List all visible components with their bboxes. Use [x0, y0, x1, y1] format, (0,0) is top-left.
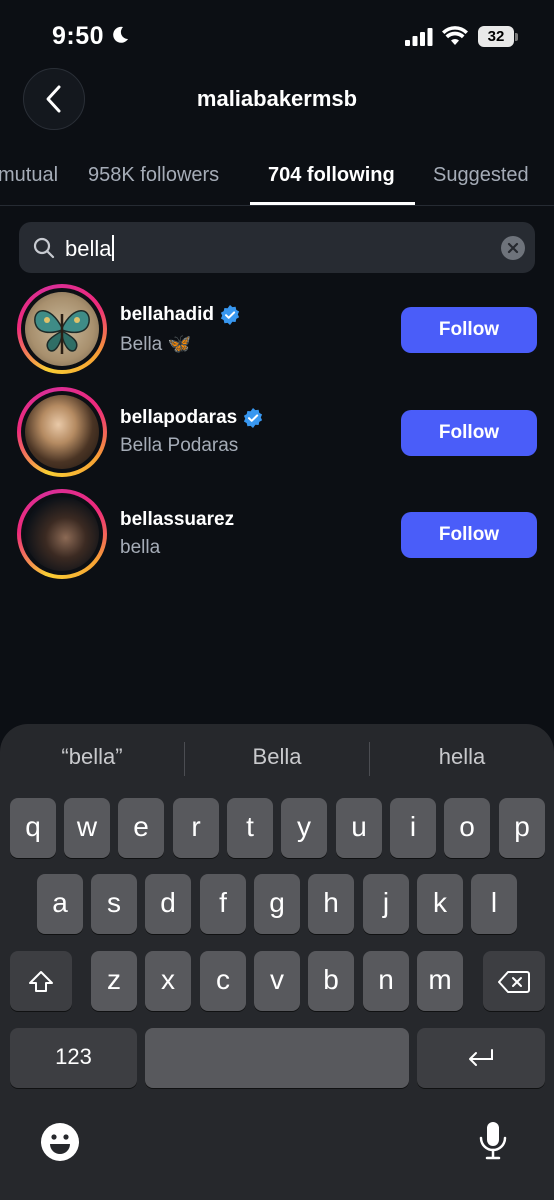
- avatar-story-ring[interactable]: [17, 284, 107, 374]
- key-d[interactable]: d: [145, 874, 191, 934]
- return-icon: [469, 1048, 493, 1066]
- search-bar[interactable]: bella: [19, 222, 535, 273]
- key-r[interactable]: r: [173, 798, 219, 858]
- key-w[interactable]: w: [64, 798, 110, 858]
- key-c[interactable]: c: [200, 951, 246, 1011]
- key-b[interactable]: b: [308, 951, 354, 1011]
- avatar-image-portrait: [25, 395, 99, 469]
- username[interactable]: bellapodaras: [120, 407, 263, 429]
- search-input[interactable]: bella: [65, 235, 115, 262]
- page-title: maliabakermsb: [196, 86, 358, 111]
- return-key[interactable]: [417, 1028, 545, 1088]
- follow-button[interactable]: Follow: [401, 410, 537, 456]
- suggestion-alt[interactable]: hella: [370, 744, 554, 770]
- space-key[interactable]: [145, 1028, 409, 1088]
- list-item[interactable]: bellahadid Bella 🦋 Follow: [0, 284, 554, 380]
- keyboard: “bella” Bella hella q w e r t y u i o p …: [0, 724, 554, 1200]
- key-e[interactable]: e: [118, 798, 164, 858]
- key-t[interactable]: t: [227, 798, 273, 858]
- key-m[interactable]: m: [417, 951, 463, 1011]
- verified-badge-icon: [244, 408, 263, 428]
- list-item[interactable]: bellassuarez bella Follow: [0, 489, 554, 585]
- key-u[interactable]: u: [336, 798, 382, 858]
- backspace-icon: [498, 970, 530, 993]
- avatar: [21, 391, 103, 473]
- tab-followers[interactable]: 958K followers: [88, 164, 219, 187]
- close-icon: [507, 242, 519, 254]
- key-i[interactable]: i: [390, 798, 436, 858]
- avatar: [21, 493, 103, 575]
- key-n[interactable]: n: [363, 951, 409, 1011]
- battery-tip: [515, 33, 518, 41]
- key-f[interactable]: f: [200, 874, 246, 934]
- username[interactable]: bellassuarez: [120, 509, 234, 531]
- list-item[interactable]: bellapodaras Bella Podaras Follow: [0, 387, 554, 483]
- key-k[interactable]: k: [417, 874, 463, 934]
- avatar: [21, 288, 103, 370]
- suggestion-capitalized[interactable]: Bella: [185, 744, 369, 770]
- battery-indicator: 32: [478, 26, 514, 47]
- key-v[interactable]: v: [254, 951, 300, 1011]
- status-time: 9:50: [52, 22, 105, 50]
- search-input-value: bella: [65, 236, 112, 261]
- username-text: bellahadid: [120, 304, 214, 325]
- cellular-signal-icon: [405, 28, 433, 46]
- avatar-image-portrait: [25, 497, 99, 571]
- key-h[interactable]: h: [308, 874, 354, 934]
- full-name: bella: [120, 537, 161, 558]
- key-y[interactable]: y: [281, 798, 327, 858]
- key-s[interactable]: s: [91, 874, 137, 934]
- full-name: Bella Podaras: [120, 435, 239, 456]
- tab-bar: mutual 958K followers 704 following Sugg…: [0, 150, 554, 206]
- tab-suggested[interactable]: Suggested: [433, 164, 529, 187]
- emoji-icon[interactable]: [40, 1122, 80, 1162]
- butterfly-icon: [34, 310, 90, 354]
- key-g[interactable]: g: [254, 874, 300, 934]
- follow-button[interactable]: Follow: [401, 307, 537, 353]
- username-text: bellapodaras: [120, 407, 238, 428]
- clear-search-icon[interactable]: [501, 236, 525, 260]
- moon-icon: [113, 26, 128, 43]
- active-tab-indicator: [250, 202, 415, 205]
- follow-button[interactable]: Follow: [401, 512, 537, 558]
- backspace-key[interactable]: [483, 951, 545, 1011]
- full-name: Bella 🦋: [120, 334, 192, 355]
- avatar-story-ring[interactable]: [17, 387, 107, 477]
- key-o[interactable]: o: [444, 798, 490, 858]
- tab-following[interactable]: 704 following: [268, 164, 395, 187]
- key-a[interactable]: a: [37, 874, 83, 934]
- status-bar: 9:50 32: [0, 0, 554, 70]
- username-text: bellassuarez: [120, 509, 235, 530]
- tab-mutual[interactable]: mutual: [0, 164, 58, 187]
- avatar-story-ring[interactable]: [17, 489, 107, 579]
- suggestion-quoted[interactable]: “bella”: [0, 744, 184, 770]
- key-z[interactable]: z: [91, 951, 137, 1011]
- key-j[interactable]: j: [363, 874, 409, 934]
- key-p[interactable]: p: [499, 798, 545, 858]
- key-q[interactable]: q: [10, 798, 56, 858]
- text-cursor: [112, 235, 115, 261]
- search-icon: [33, 237, 55, 259]
- microphone-icon[interactable]: [478, 1120, 508, 1162]
- shift-key[interactable]: [10, 951, 72, 1011]
- avatar-image-butterfly: [25, 292, 99, 366]
- shift-icon: [29, 970, 53, 992]
- key-l[interactable]: l: [471, 874, 517, 934]
- username[interactable]: bellahadid: [120, 304, 240, 326]
- wifi-icon: [442, 26, 468, 45]
- key-x[interactable]: x: [145, 951, 191, 1011]
- verified-badge-icon: [220, 305, 240, 325]
- numbers-key[interactable]: 123: [10, 1028, 137, 1088]
